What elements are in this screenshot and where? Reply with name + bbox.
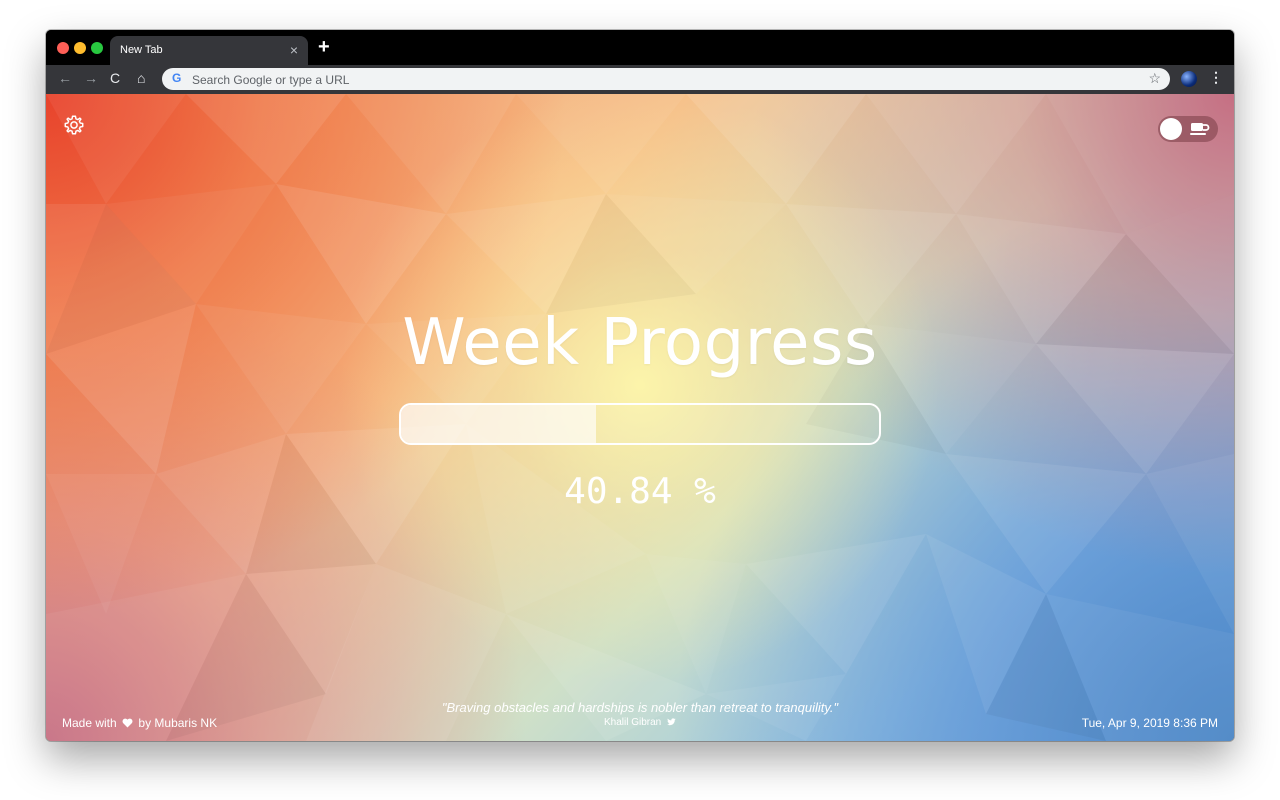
tab-title: New Tab <box>120 44 163 56</box>
toggle-knob <box>1160 118 1182 140</box>
quote-author: Khalil Gibran <box>46 717 1234 728</box>
page-title: Week Progress <box>402 306 878 380</box>
browser-toolbar: ← → C ⌂ G ☆ ⋮ <box>46 65 1234 94</box>
browser-window: New Tab × + ← → C ⌂ G ☆ ⋮ <box>46 30 1234 741</box>
bookmark-star-icon[interactable]: ☆ <box>1148 70 1161 87</box>
close-window-button[interactable] <box>57 42 69 54</box>
tab-close-icon[interactable]: × <box>290 42 298 58</box>
home-button[interactable]: ⌂ <box>137 70 145 86</box>
progress-percent: 40.84 % <box>564 471 716 512</box>
coffee-icon <box>1190 123 1210 135</box>
maximize-window-button[interactable] <box>91 42 103 54</box>
profile-avatar[interactable] <box>1181 71 1197 87</box>
new-tab-button[interactable]: + <box>318 36 330 59</box>
gear-icon[interactable] <box>63 114 85 136</box>
theme-toggle[interactable] <box>1158 116 1218 142</box>
week-progress-bar <box>399 403 881 445</box>
quote-author-name: Khalil Gibran <box>603 717 662 728</box>
quote-text: "Braving obstacles and hardships is nobl… <box>441 700 839 715</box>
omnibox[interactable]: G ☆ <box>162 68 1170 90</box>
back-button[interactable]: ← <box>58 70 72 86</box>
forward-button[interactable]: → <box>84 70 98 86</box>
tab-new-tab[interactable]: New Tab × <box>110 36 308 65</box>
browser-menu-icon[interactable]: ⋮ <box>1209 69 1223 86</box>
tab-strip: New Tab × + <box>46 30 1234 65</box>
address-input[interactable] <box>190 70 1134 90</box>
new-tab-page: Week Progress 40.84 % Made with by Mubar… <box>46 94 1234 741</box>
google-icon: G <box>172 71 182 85</box>
progress-fill <box>401 405 597 443</box>
minimize-window-button[interactable] <box>74 42 86 54</box>
reload-button[interactable]: C <box>110 70 120 86</box>
current-datetime: Tue, Apr 9, 2019 8:36 PM <box>1081 716 1218 730</box>
twitter-icon[interactable] <box>667 718 676 726</box>
